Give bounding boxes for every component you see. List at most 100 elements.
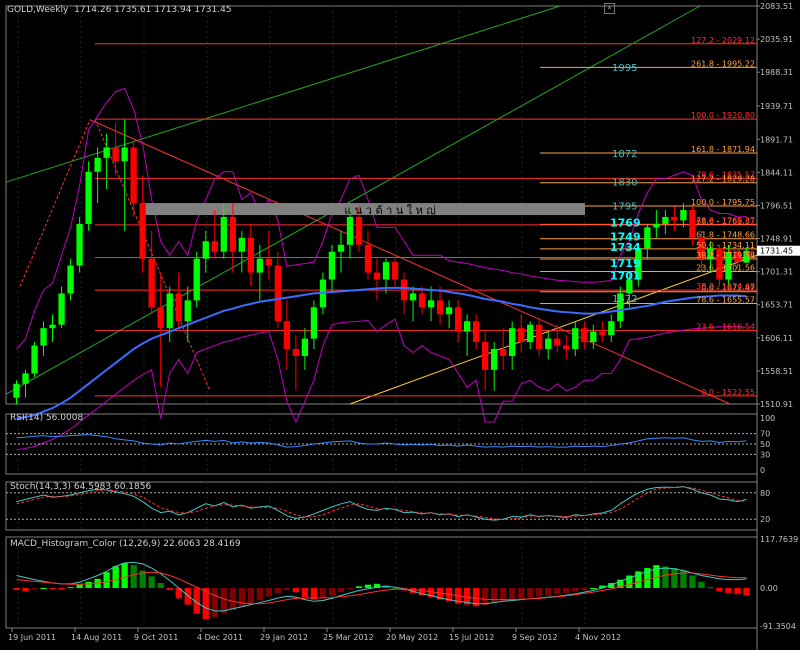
- candle-body: [545, 338, 552, 350]
- candle-body: [653, 223, 660, 228]
- price-tick-label: 2035.91: [760, 35, 793, 44]
- candle-body: [58, 293, 65, 325]
- candle-body: [238, 237, 245, 252]
- fib-label: 100.0 - 1795.75: [691, 198, 755, 207]
- macd-histogram-bar: [328, 587, 336, 596]
- panel-borders: [5, 0, 758, 650]
- macd-histogram-bar: [103, 572, 110, 588]
- candle-body: [355, 216, 363, 245]
- macd-histogram-bar: [85, 581, 92, 588]
- indicator-tick-label: 20: [760, 515, 770, 524]
- resistance-annotation: แ น ว ต้ า น ใ ห ญ่: [344, 204, 436, 217]
- fibonacci-labels: 127.2 - 2029.12 261.8 - 1995.22 100.0 - 19…: [691, 36, 755, 397]
- price-tick-label: 1988.31: [760, 68, 793, 77]
- indicator-tick-label: 117.7639: [760, 535, 798, 544]
- candle-body: [22, 373, 29, 384]
- macd-histogram-bar: [22, 587, 29, 592]
- macd-histogram-bar: [265, 587, 273, 597]
- candle-body: [220, 216, 227, 252]
- candle-body: [527, 324, 534, 343]
- price-tick-label: 1653.71: [760, 301, 793, 310]
- macd-histogram-bar: [121, 563, 128, 588]
- macd-histogram-bar: [364, 584, 372, 588]
- macd-histogram-bar: [130, 565, 137, 588]
- candle-body: [671, 216, 678, 221]
- fib-label: 261.8 - 1995.22: [691, 59, 755, 68]
- candle-body: [229, 216, 236, 252]
- rsi-panel: 100 705030 0: [6, 414, 775, 475]
- time-tick-label: 4 Nov 2012: [575, 633, 621, 642]
- candle-body: [409, 293, 417, 301]
- candle-body: [373, 272, 381, 280]
- candle-body: [247, 237, 254, 273]
- candle-body: [256, 258, 263, 273]
- macd-histogram-bar: [166, 587, 173, 591]
- chart-canvas: 127.2 - 2029.12 261.8 - 1995.22 100.0 - 19…: [5, 0, 800, 650]
- macd-histogram-bar: [743, 587, 750, 596]
- macd-histogram-bar: [346, 587, 354, 589]
- price-tick-label: 1844.11: [760, 168, 793, 177]
- candle-body: [283, 321, 291, 350]
- fib-label: 38.2 - 1719.58: [696, 251, 755, 260]
- candle-body: [662, 216, 669, 224]
- macd-histogram-bar: [355, 586, 363, 588]
- candle-body: [346, 216, 354, 245]
- fib-label: 50.0 - 1734.11: [696, 241, 755, 250]
- macd-histogram-bar: [581, 587, 588, 591]
- macd-histogram-bar: [337, 587, 345, 593]
- candle-body: [31, 345, 38, 374]
- macd-histogram-bar: [707, 587, 714, 589]
- level-label: 1719: [610, 257, 641, 270]
- candle-body: [418, 293, 426, 308]
- channel-line-upper: [5, 5, 561, 183]
- candle-body: [680, 210, 687, 221]
- macd-histogram-bar: [563, 587, 570, 593]
- price-tick-label: 1748.91: [760, 235, 793, 244]
- price-tick-label: 2083.51: [760, 2, 793, 11]
- time-tick-label: 4 Dec 2011: [197, 633, 243, 642]
- macd-histogram-bar: [572, 587, 579, 592]
- level-label: 1872: [612, 149, 637, 160]
- fib-label: 100.0 - 1920.80: [691, 111, 755, 120]
- macd-histogram-bar: [734, 587, 741, 595]
- macd-histogram-bar: [662, 566, 669, 588]
- candle-body: [121, 147, 128, 162]
- chart-header: GOLD,Weekly 1714.26 1735.61 1713.94 1731…: [7, 5, 232, 15]
- macd-histogram-bar: [283, 587, 291, 591]
- candle-body: [292, 349, 300, 356]
- macd-histogram-bar: [716, 587, 723, 592]
- macd-histogram-bar: [527, 587, 534, 598]
- price-axis: 2083.51 2035.91 1988.31 1939.71 1891.71 1844.…: [757, 2, 800, 409]
- fib-label: 127.2 - 2029.12: [691, 36, 755, 45]
- candle-body: [265, 258, 273, 266]
- indicator-tick-label: 0: [760, 466, 765, 475]
- candle-body: [301, 338, 309, 356]
- candle-body: [472, 321, 480, 343]
- candle-body: [364, 244, 372, 273]
- candle-body: [166, 293, 173, 329]
- level-label: 1995: [612, 63, 637, 74]
- macd-histogram-bar: [67, 587, 74, 589]
- fib-label: 78.6 - 1655.57: [696, 295, 755, 304]
- price-tick-label: 1558.51: [760, 367, 793, 376]
- price-tick-label: 1939.71: [760, 102, 793, 111]
- level-label: 1795: [612, 201, 637, 212]
- macd-histogram-bar: [545, 587, 552, 596]
- macd-histogram-bar: [481, 587, 489, 606]
- macd-histogram-bar: [509, 587, 516, 600]
- candle-body: [572, 328, 579, 350]
- macd-histogram-bar: [211, 587, 218, 618]
- fib-label: 0.0 - 1522.55: [701, 388, 755, 397]
- macd-histogram-bar: [554, 587, 561, 595]
- candle-body: [644, 227, 651, 249]
- price-tick-label: 1701.31: [760, 268, 793, 277]
- macd-histogram-bar: [148, 576, 155, 588]
- macd-histogram-bar: [13, 587, 20, 591]
- indicator-tick-label: -91.3504: [760, 622, 796, 631]
- close-icon[interactable]: ×: [604, 3, 615, 14]
- macd-histogram-bar: [31, 587, 38, 590]
- candle-body: [175, 293, 182, 322]
- stoch-title: Stoch(14,3,3) 64.5983 60.1856: [10, 482, 152, 492]
- candle-body: [463, 321, 471, 332]
- current-price-label: 1731.45: [760, 247, 793, 256]
